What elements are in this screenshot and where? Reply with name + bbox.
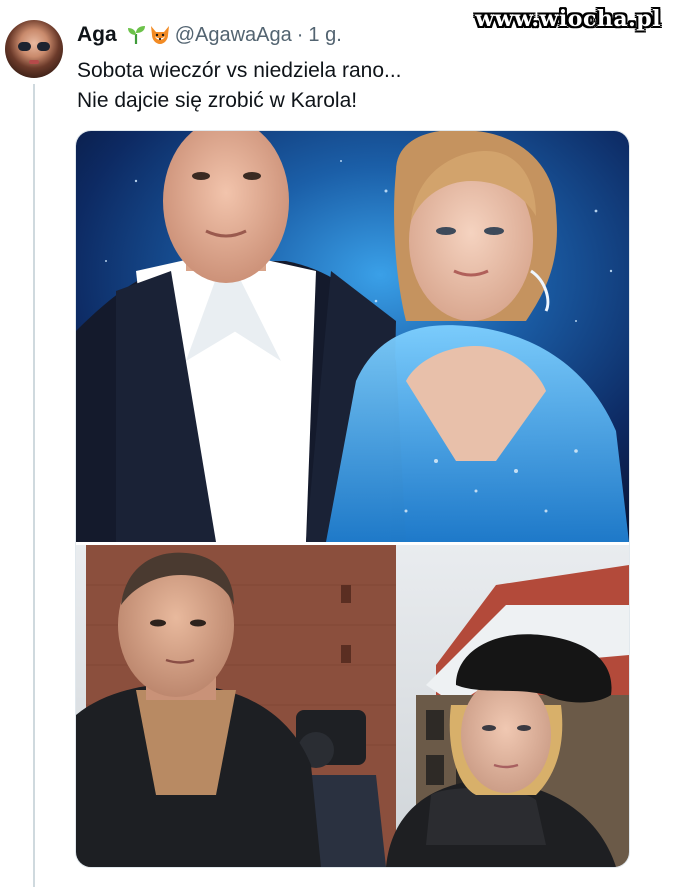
seedling-icon [127,26,145,44]
thread-line [33,84,35,887]
tweet-text-line-2: Nie dajcie się zrobić w Karola! [77,89,358,112]
tweet-header: Aga @AgawaAga · 1 g. [77,20,342,50]
author-handle[interactable]: @AgawaAga [175,24,292,47]
author-name[interactable]: Aga [77,23,117,47]
fox-icon [150,26,169,44]
avatar-lips [29,60,39,64]
separator-dot: · [296,23,304,46]
timestamp[interactable]: 1 g. [308,24,341,47]
photo-cosmic-portrait[interactable] [76,131,629,542]
tweet-text-line-1: Sobota wieczór vs niedziela rano... [77,59,402,82]
sunglasses-icon [18,42,50,51]
watermark: www.wiocha.pl [475,6,661,32]
photo-street[interactable] [76,545,629,867]
tweet-text: Sobota wieczór vs niedziela rano... Nie … [77,56,402,116]
avatar[interactable] [5,20,63,78]
tweet-media[interactable] [75,130,630,868]
